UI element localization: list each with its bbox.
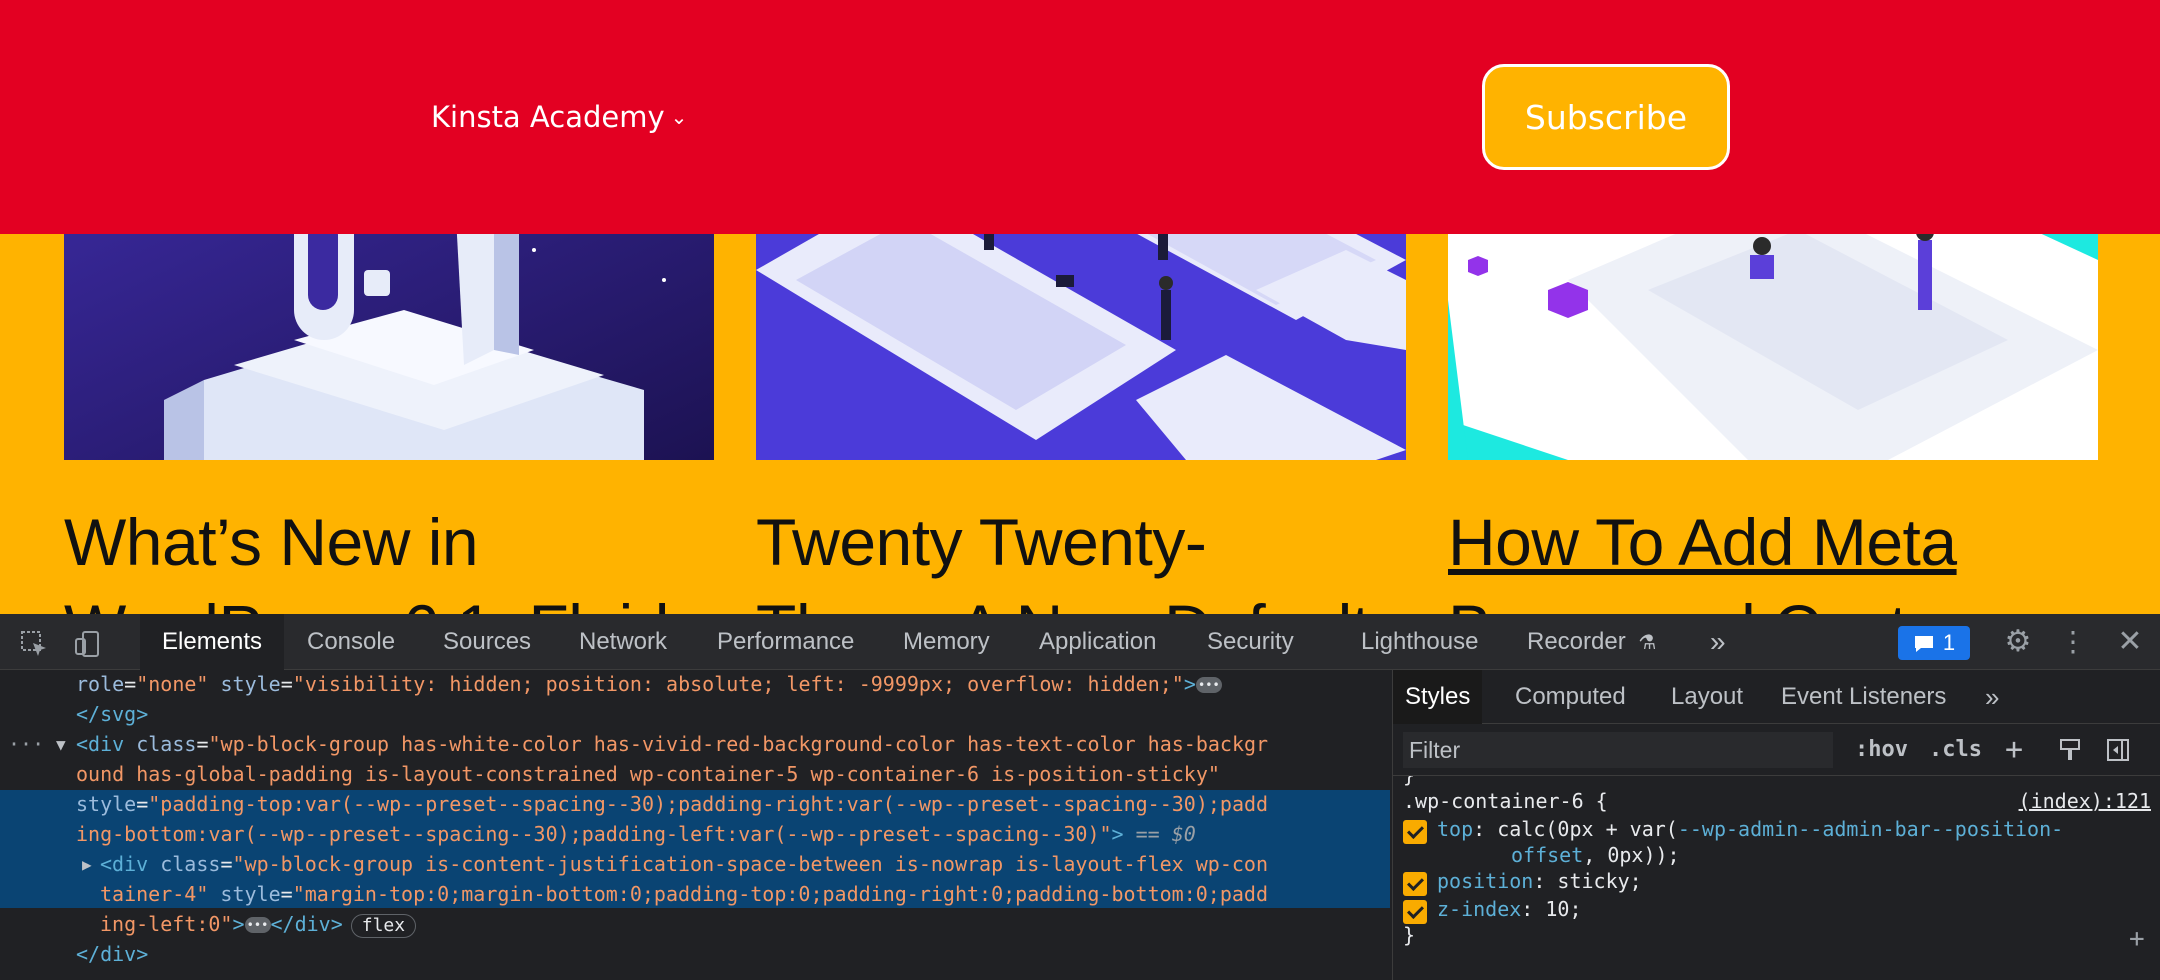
tab-computed[interactable]: Computed: [1515, 670, 1626, 724]
message-icon: [1913, 630, 1935, 656]
post-title-line2[interactable]: Boxes and Custom: [1448, 590, 1998, 614]
post-title-line1[interactable]: Twenty Twenty-: [756, 504, 1207, 580]
close-icon[interactable]: ✕: [2112, 614, 2148, 670]
tab-recorder[interactable]: Recorder ⚗: [1527, 614, 1656, 670]
tab-recorder-label: Recorder: [1527, 628, 1626, 655]
styles-sidebar: Styles Computed Layout Event Listeners »…: [1392, 670, 2160, 980]
styles-tabs: Styles Computed Layout Event Listeners »: [1393, 670, 2160, 724]
dom-line-selected[interactable]: style="padding-top:var(--wp--preset--spa…: [76, 790, 1268, 820]
elements-dom-tree[interactable]: role="none" style="visibility: hidden; p…: [0, 670, 1390, 980]
site-header: Kinsta Academy ⌄ Subscribe: [0, 0, 2160, 234]
post-title-line2[interactable]: Three: A New Default: [756, 590, 1370, 614]
hover-state-toggle[interactable]: :hov: [1855, 724, 1908, 776]
tab-security[interactable]: Security: [1207, 614, 1294, 670]
flask-icon: ⚗: [1638, 632, 1657, 654]
rule-brace: }: [1403, 923, 1416, 947]
dom-line-selected[interactable]: <div class="wp-block-group has-white-col…: [76, 730, 1268, 760]
tab-performance[interactable]: Performance: [717, 614, 854, 670]
device-toolbar-icon[interactable]: [70, 614, 106, 670]
dom-line-selected[interactable]: ing-bottom:var(--wp--preset--spacing--30…: [76, 820, 1196, 850]
styles-filter-bar: :hov .cls +: [1393, 724, 2160, 776]
tab-network[interactable]: Network: [579, 614, 667, 670]
dom-line[interactable]: tainer-4" style="margin-top:0;margin-bot…: [100, 880, 1268, 910]
styles-filter-input[interactable]: [1403, 732, 1833, 768]
website-viewport: What’s New in WordPress 6.1: Fluid Twent…: [0, 0, 2160, 614]
caret-right-icon[interactable]: ▶: [82, 850, 92, 880]
add-rule-icon[interactable]: +: [2005, 724, 2023, 776]
dom-line-selected[interactable]: ound has-global-padding is-layout-constr…: [76, 760, 1220, 790]
devtools-toolbar: Elements Console Sources Network Perform…: [0, 614, 2160, 670]
tab-elements[interactable]: Elements: [140, 614, 285, 670]
class-toggle[interactable]: .cls: [1929, 724, 1982, 776]
tab-event-listeners[interactable]: Event Listeners: [1781, 670, 1946, 724]
settings-gear-icon[interactable]: ⚙: [1998, 614, 2038, 670]
tab-memory[interactable]: Memory: [903, 614, 990, 670]
nav-item-kinsta-academy[interactable]: Kinsta Academy ⌄: [431, 100, 687, 134]
dom-line[interactable]: </div>: [76, 940, 148, 970]
chevron-down-icon: ⌄: [670, 105, 688, 129]
toggle-z-index-checkbox[interactable]: [1403, 900, 1427, 924]
tab-sources[interactable]: Sources: [443, 614, 531, 670]
tab-console[interactable]: Console: [307, 614, 395, 670]
tab-lighthouse[interactable]: Lighthouse: [1361, 614, 1478, 670]
caret-down-icon[interactable]: ▼: [56, 730, 66, 760]
dom-line[interactable]: ing-left:0"> ••• </div> flex: [100, 910, 417, 940]
devtools-panel: Elements Console Sources Network Perform…: [0, 614, 2160, 980]
inspect-element-icon[interactable]: [16, 614, 52, 670]
css-rules: } .wp-container-6 { (index):121 top: cal…: [1393, 776, 2160, 980]
nav-item-label: Kinsta Academy: [431, 100, 665, 134]
node-actions-ellipsis[interactable]: ···: [8, 730, 44, 760]
toggle-sidebar-icon[interactable]: [2105, 724, 2131, 776]
add-declaration-icon[interactable]: +: [2129, 926, 2145, 953]
dom-line[interactable]: <div class="wp-block-group is-content-ju…: [100, 850, 1268, 880]
issues-count: 1: [1942, 630, 1956, 655]
css-declaration-top[interactable]: top: calc(0px + var(--wp-admin--admin-ba…: [1437, 816, 2063, 843]
css-declaration-top-cont: offset, 0px));: [1511, 843, 1680, 867]
flex-badge[interactable]: flex: [350, 914, 417, 938]
css-declaration-z-index[interactable]: z-index: 10;: [1437, 896, 1582, 923]
more-options-icon[interactable]: ⋮: [2058, 614, 2088, 670]
more-tabs-button[interactable]: »: [1710, 614, 1726, 670]
css-rule-selector[interactable]: .wp-container-6 { (index):121: [1403, 788, 2153, 815]
tab-layout[interactable]: Layout: [1671, 670, 1743, 724]
css-declaration-position[interactable]: position: sticky;: [1437, 868, 1642, 895]
issues-badge[interactable]: 1: [1898, 626, 1970, 660]
toggle-top-checkbox[interactable]: [1403, 820, 1427, 844]
dom-line[interactable]: </svg>: [76, 700, 148, 730]
post-title-line2[interactable]: WordPress 6.1: Fluid: [64, 590, 670, 614]
post-title-line1[interactable]: How To Add Meta: [1448, 504, 1957, 580]
dom-line[interactable]: role="none" style="visibility: hidden; p…: [76, 670, 1222, 700]
expand-ellipsis-button[interactable]: •••: [244, 917, 271, 933]
subscribe-button[interactable]: Subscribe: [1482, 64, 1730, 170]
paint-brush-icon[interactable]: [2057, 724, 2083, 776]
toggle-position-checkbox[interactable]: [1403, 872, 1427, 896]
tab-styles[interactable]: Styles: [1393, 670, 1483, 724]
source-link[interactable]: (index):121: [2019, 788, 2151, 815]
more-panes-button[interactable]: »: [1985, 670, 1999, 724]
tab-application[interactable]: Application: [1039, 614, 1156, 670]
expand-ellipsis-button[interactable]: •••: [1195, 677, 1222, 693]
post-title-line1[interactable]: What’s New in: [64, 504, 479, 580]
